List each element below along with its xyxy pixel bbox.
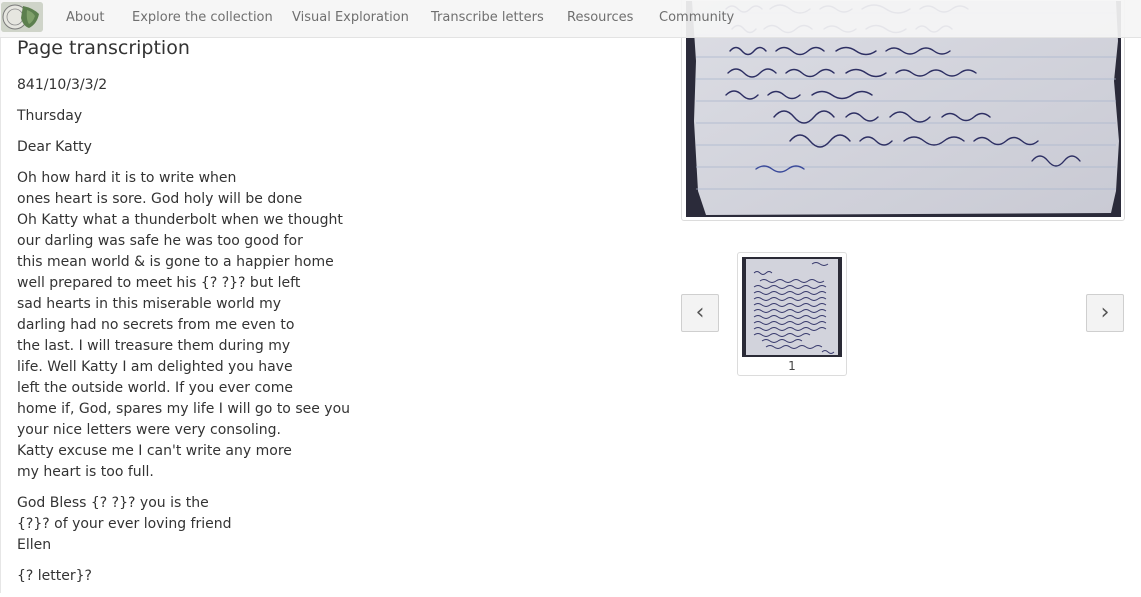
transcription-line: life. Well Katty I am delighted you have [17,359,293,375]
transcription-line: home if, God, spares my life I will go t… [17,401,351,417]
transcription-panel: Page transcription 841/10/3/3/2 Thursday D… [0,0,673,593]
globe-logo-icon [1,2,43,32]
transcription-line: Oh how hard it is to write when [17,170,237,186]
transcription-paragraph: 841/10/3/3/2 [17,75,350,96]
transcription-line: my heart is too full. [17,464,154,480]
transcription-line: darling had no secrets from me even to [17,317,295,333]
transcription-text: 841/10/3/3/2 Thursday Dear Katty Oh how har… [17,75,350,597]
nav-transcribe-letters[interactable]: Transcribe letters [431,10,544,25]
transcription-line: this mean world & is gone to a happier h… [17,254,334,270]
thumbnail-page-number: 1 [788,359,796,373]
letter-thumbnail-icon [742,257,842,357]
nav-about[interactable]: About [66,10,104,25]
previous-page-button[interactable]: ‹ [681,294,719,332]
transcription-paragraph: Oh how hard it is to write when ones hear… [17,168,350,483]
transcription-line: Dear Katty [17,139,92,155]
top-navbar: About Explore the collection Visual Expl… [0,0,1141,38]
transcription-paragraph: Thursday [17,106,350,127]
chevron-left-icon: ‹ [695,300,705,325]
transcription-line: Ellen [17,537,52,553]
transcription-paragraph: God Bless {? ?}? you is the {?}? of your … [17,493,350,556]
transcription-line: Katty excuse me I can't write any more [17,443,292,459]
transcription-paragraph: Dear Katty [17,137,350,158]
page-thumbnail[interactable]: 1 [737,252,847,376]
transcription-line: ones heart is sore. God holy will be don… [17,191,303,207]
page-thumbnail-image [742,257,842,357]
transcription-line: left the outside world. If you ever come [17,380,293,396]
next-page-button[interactable]: › [1086,294,1124,332]
transcription-line: God Bless {? ?}? you is the [17,495,209,511]
transcription-line: {? letter}? [17,568,92,584]
transcription-paragraph: {? letter}? [17,566,350,587]
page-title: Page transcription [17,37,190,59]
transcription-line: well prepared to meet his {? ?}? but lef… [17,275,301,291]
chevron-right-icon: › [1100,300,1110,325]
nav-community[interactable]: Community [659,10,734,25]
transcription-line: {?}? of your ever loving friend [17,516,232,532]
site-logo[interactable] [1,2,43,32]
transcription-line: Oh Katty what a thunderbolt when we thou… [17,212,343,228]
transcription-line: your nice letters were very consoling. [17,422,281,438]
nav-resources[interactable]: Resources [567,10,633,25]
transcription-line: our darling was safe he was too good for [17,233,303,249]
transcription-line: sad hearts in this miserable world my [17,296,282,312]
nav-explore-collection[interactable]: Explore the collection [132,10,273,25]
transcription-line: Thursday [17,108,83,124]
nav-visual-exploration[interactable]: Visual Exploration [292,10,409,25]
transcription-line: 841/10/3/3/2 [17,77,108,93]
transcription-line: the last. I will treasure them during my [17,338,291,354]
